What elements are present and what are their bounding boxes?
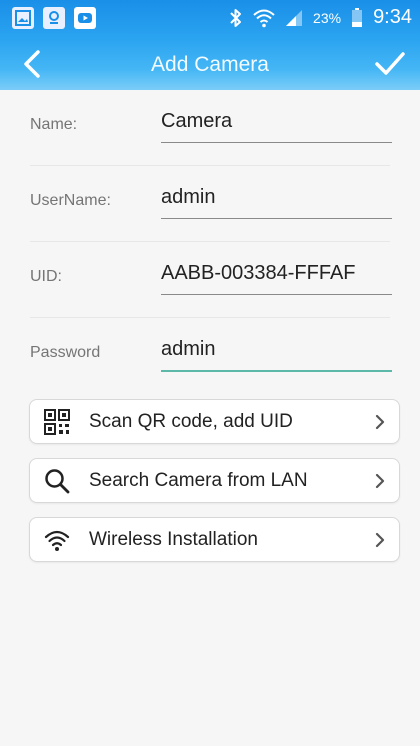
- chevron-right-icon: [375, 414, 385, 430]
- name-value: Camera: [161, 110, 233, 132]
- status-bar: 23% 9:34: [0, 0, 420, 38]
- username-value: admin: [161, 186, 216, 208]
- scan-qr-label: Scan QR code, add UID: [89, 411, 293, 432]
- clock: 9:34: [373, 6, 412, 28]
- action-list: Scan QR code, add UID Search Camera from…: [29, 399, 400, 576]
- signal-icon: [286, 9, 303, 26]
- name-label: Name:: [30, 116, 78, 133]
- bluetooth-icon: [230, 8, 242, 27]
- confirm-button[interactable]: [374, 50, 406, 78]
- wifi-icon: [253, 9, 275, 27]
- wifi-icon: [44, 530, 70, 551]
- system-status: 23% 9:34: [229, 6, 412, 29]
- battery-percent: 23%: [313, 9, 342, 26]
- password-field[interactable]: admin: [161, 332, 392, 372]
- camera-form: Name: Camera UserName: admin UID: AABB-0…: [0, 90, 420, 393]
- username-field[interactable]: admin: [161, 180, 392, 219]
- page-title: Add Camera: [151, 53, 269, 76]
- gallery-icon: [12, 7, 34, 29]
- check-icon: [375, 52, 405, 75]
- password-row: Password admin: [30, 318, 392, 393]
- password-value: admin: [161, 338, 216, 360]
- search-lan-label: Search Camera from LAN: [89, 470, 308, 491]
- wireless-install-button[interactable]: Wireless Installation: [29, 517, 400, 562]
- youtube-icon: [74, 7, 96, 29]
- notification-icons: [12, 7, 96, 29]
- chevron-right-icon: [375, 473, 385, 489]
- uid-row: UID: AABB-003384-FFFAF: [30, 242, 392, 318]
- app-bar: Add Camera: [0, 38, 420, 90]
- battery-icon: [352, 7, 363, 27]
- username-row: UserName: admin: [30, 166, 392, 242]
- search-icon: [45, 469, 70, 494]
- name-row: Name: Camera: [30, 90, 392, 166]
- wireless-label: Wireless Installation: [89, 529, 258, 550]
- uid-value: AABB-003384-FFFAF: [161, 262, 356, 284]
- qr-code-icon: [44, 409, 70, 435]
- maps-icon: [43, 7, 65, 29]
- chevron-right-icon: [375, 532, 385, 548]
- scan-qr-button[interactable]: Scan QR code, add UID: [29, 399, 400, 444]
- search-lan-button[interactable]: Search Camera from LAN: [29, 458, 400, 503]
- uid-field[interactable]: AABB-003384-FFFAF: [161, 256, 392, 295]
- uid-label: UID:: [30, 268, 62, 285]
- password-label: Password: [30, 344, 101, 361]
- username-label: UserName:: [30, 192, 111, 209]
- name-field[interactable]: Camera: [161, 104, 392, 143]
